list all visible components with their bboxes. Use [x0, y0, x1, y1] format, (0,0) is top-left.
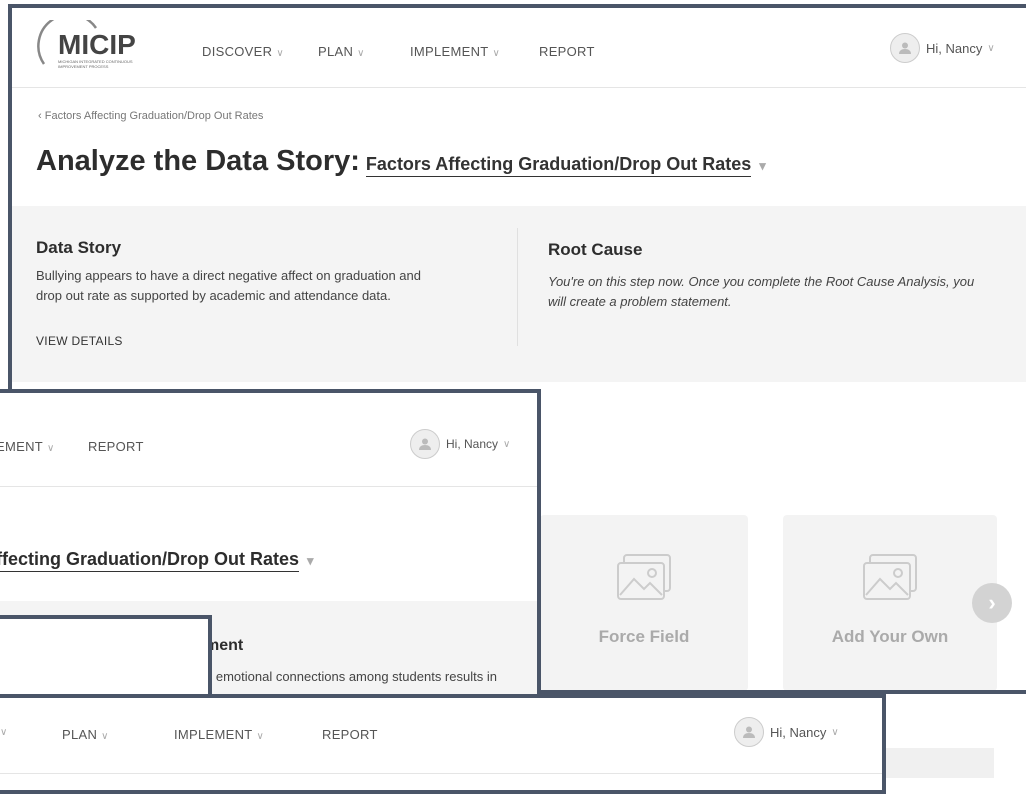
micip-logo: MICIP MICHIGAN INTEGRATED CONTINUOUS IMP… — [37, 20, 136, 69]
panel-divider — [517, 228, 518, 346]
chevron-right-icon: › — [988, 590, 996, 615]
chevron-down-icon: ∨ — [503, 438, 511, 450]
card-label: Force Field — [598, 627, 690, 646]
top-nav: MICIP MICHIGAN INTEGRATED CONTINUOUS IMP… — [12, 8, 1026, 88]
nav-discover[interactable]: DISCOVER ∨ — [202, 44, 284, 59]
chevron-down-icon: ∨ — [101, 731, 109, 742]
data-story-title: Data Story — [36, 238, 122, 257]
card-label: Add Your Own — [831, 627, 949, 646]
image-placeholder-icon — [617, 554, 671, 600]
nav-report[interactable]: REPORT — [322, 727, 378, 742]
nav-implement[interactable]: EMENT ∨ — [0, 439, 55, 454]
svg-text:IMPROVEMENT PROCESS: IMPROVEMENT PROCESS — [58, 64, 109, 69]
chevron-down-icon: ∨ — [357, 48, 365, 59]
tool-card-add-your-own[interactable]: Add Your Own — [783, 515, 997, 690]
nav-report[interactable]: REPORT — [539, 44, 595, 59]
breadcrumb[interactable]: ‹ Factors Affecting Graduation/Drop Out … — [38, 110, 263, 122]
view-details-link[interactable]: VIEW DETAILS — [36, 334, 123, 348]
page-title-partial: ffecting Graduation/Drop Out Rates ▾ — [0, 549, 314, 572]
nav-implement[interactable]: IMPLEMENT ∨ — [174, 727, 264, 742]
chevron-down-icon: ∨ — [987, 42, 995, 54]
nav-plan[interactable]: PLAN ∨ — [62, 727, 109, 742]
user-menu[interactable]: Hi, Nancy ∨ — [410, 429, 510, 459]
nav-plan[interactable]: PLAN ∨ — [318, 44, 365, 59]
data-story-text-2: drop out rate as supported by academic a… — [36, 288, 391, 303]
chevron-down-icon: ∨ — [276, 48, 284, 59]
avatar-icon — [890, 33, 920, 63]
nav-bottom-border — [0, 773, 882, 774]
tool-card-force-field[interactable]: Force Field — [540, 515, 748, 690]
avatar-icon — [734, 717, 764, 747]
chevron-down-icon[interactable]: ∨ — [0, 727, 8, 738]
chevron-down-icon: ∨ — [492, 48, 501, 59]
data-story-text-1: Bullying appears to have a direct negati… — [36, 268, 421, 283]
avatar-icon — [410, 429, 440, 459]
root-cause-title: Root Cause — [548, 240, 643, 259]
chevron-down-icon: ∨ — [256, 731, 265, 742]
topic-selector[interactable]: Factors Affecting Graduation/Drop Out Ra… — [365, 154, 752, 177]
root-cause-text-1: You're on this step now. Once you comple… — [548, 274, 975, 289]
chevron-down-icon: ∨ — [831, 726, 839, 738]
user-menu[interactable]: Hi, Nancy ∨ — [890, 33, 995, 63]
svg-text:MICIP: MICIP — [58, 29, 136, 60]
summary-panel: Data Story Bullying appears to have a di… — [12, 206, 1026, 382]
statement-text: d emotional connections among students r… — [205, 669, 497, 684]
topic-selector[interactable]: ffecting Graduation/Drop Out Rates — [0, 549, 300, 572]
screen-frame-4: ∨ PLAN ∨ IMPLEMENT ∨ REPORT Hi, Nancy ∨ — [0, 694, 886, 794]
chevron-down-icon[interactable]: ▾ — [307, 553, 314, 568]
root-cause-text-2: will create a problem statement. — [548, 294, 732, 309]
nav-implement[interactable]: IMPLEMENT ∨ — [410, 44, 500, 59]
page-title: Analyze the Data Story: Factors Affecting… — [36, 145, 766, 177]
chevron-down-icon: ∨ — [47, 443, 55, 454]
nav-report[interactable]: REPORT — [88, 439, 144, 454]
chevron-down-icon[interactable]: ▾ — [759, 158, 766, 173]
screen-frame-3 — [0, 615, 212, 705]
carousel-next-button[interactable]: › — [972, 583, 1012, 623]
panel-strip — [886, 748, 994, 778]
top-nav-2: EMENT ∨ REPORT Hi, Nancy ∨ — [0, 393, 537, 487]
image-placeholder-icon — [863, 554, 917, 600]
user-menu[interactable]: Hi, Nancy ∨ — [734, 717, 839, 747]
